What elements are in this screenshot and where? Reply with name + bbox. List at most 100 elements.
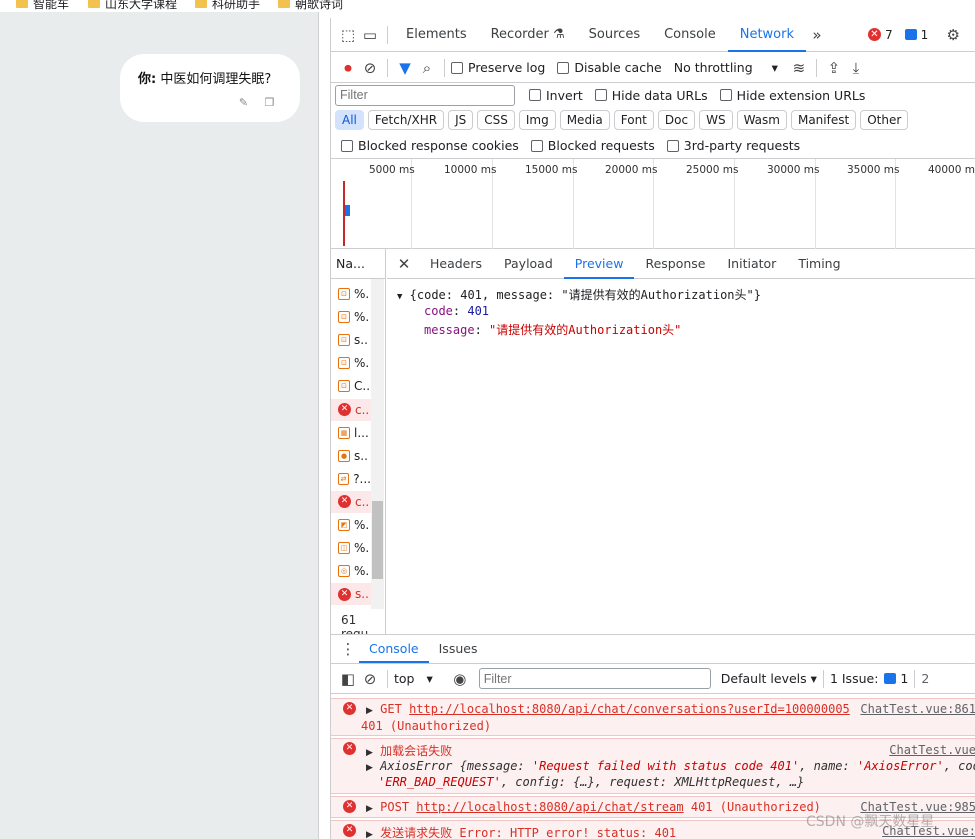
request-url-link[interactable]: http://localhost:8080/api/chat/conversat… bbox=[409, 702, 850, 716]
close-icon[interactable]: ✕ bbox=[393, 253, 415, 275]
tab-drawer-console[interactable]: Console bbox=[359, 635, 429, 663]
separator bbox=[444, 58, 445, 77]
hide-data-urls-checkbox[interactable]: Hide data URLs bbox=[594, 88, 708, 103]
sidebar-toggle-icon[interactable]: ◧ bbox=[337, 668, 359, 690]
console-log-entry: ✕ ▶ GET http://localhost:8080/api/chat/c… bbox=[331, 698, 975, 736]
tab-payload[interactable]: Payload bbox=[493, 249, 564, 279]
axios-error-object[interactable]: ▶ AxiosError {message: 'Request failed w… bbox=[366, 759, 975, 773]
request-name: c.. bbox=[355, 402, 370, 417]
drawer-menu-icon[interactable]: ⋮ bbox=[337, 638, 359, 660]
bookmark-item[interactable]: 智能车 bbox=[16, 0, 69, 12]
clear-console-icon[interactable]: ⊘ bbox=[359, 668, 381, 690]
error-counter[interactable]: ✕ 7 bbox=[868, 28, 893, 42]
request-row[interactable]: ◫%. bbox=[331, 537, 371, 559]
network-toolbar: ⏺ ⊘ ▼ ⌕ Preserve log Disable cache No th… bbox=[331, 53, 975, 83]
eye-icon[interactable]: ◉ bbox=[449, 668, 471, 690]
clear-icon[interactable]: ⊘ bbox=[359, 57, 381, 79]
network-filter-input[interactable] bbox=[335, 84, 515, 106]
record-stop-icon[interactable]: ⏺ bbox=[337, 57, 359, 79]
log-message[interactable]: ▶ 发送请求失败 Error: HTTP error! status: 401 bbox=[366, 824, 676, 839]
source-link[interactable]: ChatTest.vue bbox=[889, 743, 975, 757]
type-filter-ws[interactable]: WS bbox=[699, 110, 733, 130]
tab-drawer-issues[interactable]: Issues bbox=[429, 635, 488, 663]
request-row[interactable]: ⊡ s.. bbox=[331, 329, 371, 351]
request-row[interactable]: ● s.. bbox=[331, 445, 371, 467]
request-row[interactable]: ⇄?... bbox=[331, 468, 371, 490]
message-counter[interactable]: 1 bbox=[904, 28, 928, 42]
request-row[interactable]: ✕ c.. bbox=[331, 398, 371, 421]
device-toolbar-icon[interactable]: ▭ bbox=[359, 24, 381, 46]
type-filter-doc[interactable]: Doc bbox=[657, 110, 696, 130]
copy-icon[interactable]: ❐ bbox=[263, 96, 276, 109]
inspect-element-icon[interactable]: ⬚ bbox=[337, 24, 359, 46]
type-filter-other[interactable]: Other bbox=[860, 110, 909, 130]
type-filter-font[interactable]: Font bbox=[613, 110, 654, 130]
tab-timing[interactable]: Timing bbox=[787, 249, 851, 279]
tab-elements[interactable]: Elements bbox=[394, 18, 479, 52]
request-url-link[interactable]: http://localhost:8080/api/chat/stream bbox=[416, 800, 683, 814]
third-party-checkbox[interactable]: 3rd-party requests bbox=[666, 138, 800, 153]
request-row[interactable]: ◎%. bbox=[331, 560, 371, 582]
preserve-log-checkbox[interactable]: Preserve log bbox=[451, 60, 545, 75]
issue-icon bbox=[884, 673, 897, 684]
type-filter-all[interactable]: All bbox=[335, 110, 364, 130]
export-har-icon[interactable]: ⤓ bbox=[845, 57, 867, 79]
bookmark-item[interactable]: 朝歌诗词 bbox=[278, 0, 343, 12]
request-row[interactable]: ⊡%. bbox=[331, 352, 371, 374]
request-row[interactable]: ⊡%. bbox=[331, 283, 371, 305]
request-row[interactable]: ✕ c.. bbox=[331, 490, 371, 513]
log-message[interactable]: ▶ 加载会话失败 bbox=[366, 742, 452, 759]
more-tabs-icon[interactable]: » bbox=[806, 24, 828, 46]
console-filter-input[interactable] bbox=[478, 668, 711, 689]
throttling-select[interactable]: No throttling ▾ bbox=[674, 60, 778, 75]
name-column-header[interactable]: Na... bbox=[331, 249, 385, 279]
request-row[interactable]: ▦ l... bbox=[331, 422, 371, 444]
resource-type-icon: ◎ bbox=[338, 565, 350, 578]
scrollbar-thumb[interactable] bbox=[372, 501, 383, 579]
blocked-cookies-checkbox[interactable]: Blocked response cookies bbox=[341, 138, 519, 153]
log-message[interactable]: ▶ POST http://localhost:8080/api/chat/st… bbox=[366, 800, 821, 814]
type-filter-img[interactable]: Img bbox=[518, 110, 556, 130]
resize-divider[interactable] bbox=[318, 12, 330, 839]
request-row[interactable]: ◩%. bbox=[331, 514, 371, 536]
log-levels-select[interactable]: Default levels ▾ bbox=[721, 671, 817, 686]
tab-console[interactable]: Console bbox=[652, 18, 728, 52]
context-select[interactable]: top ▾ bbox=[394, 671, 433, 686]
request-list-scrollbar[interactable] bbox=[371, 279, 384, 609]
tab-preview[interactable]: Preview bbox=[563, 249, 635, 279]
settings-gear-icon[interactable]: ⚙ bbox=[942, 24, 964, 46]
network-conditions-icon[interactable]: ≋ bbox=[788, 57, 810, 79]
type-filter-wasm[interactable]: Wasm bbox=[736, 110, 787, 130]
request-row[interactable]: ⊡ C.. bbox=[331, 375, 371, 397]
type-filter-manifest[interactable]: Manifest bbox=[790, 110, 857, 130]
issues-counter[interactable]: 1 Issue: 1 bbox=[830, 671, 908, 686]
devtools-tab-bar: ⬚ ▭ Elements Recorder ⚗ Sources Console … bbox=[331, 18, 975, 52]
edit-icon[interactable]: ✎ bbox=[237, 96, 250, 109]
tab-headers[interactable]: Headers bbox=[419, 249, 493, 279]
tab-sources[interactable]: Sources bbox=[577, 18, 652, 52]
tab-network[interactable]: Network bbox=[727, 18, 806, 52]
import-har-icon[interactable]: ⇪ bbox=[823, 57, 845, 79]
blocked-requests-checkbox[interactable]: Blocked requests bbox=[530, 138, 655, 153]
search-icon[interactable]: ⌕ bbox=[416, 57, 438, 79]
network-overview-timeline[interactable]: 5000 ms 10000 ms 15000 ms 20000 ms 25000… bbox=[331, 159, 975, 249]
disable-cache-checkbox[interactable]: Disable cache bbox=[557, 60, 662, 75]
tab-recorder[interactable]: Recorder ⚗ bbox=[479, 18, 577, 52]
tab-initiator[interactable]: Initiator bbox=[717, 249, 788, 279]
type-filter-css[interactable]: CSS bbox=[477, 110, 515, 130]
bookmark-item[interactable]: 科研助手 bbox=[195, 0, 260, 12]
bookmark-item[interactable]: 山东大学课程 bbox=[88, 0, 177, 12]
type-filter-media[interactable]: Media bbox=[559, 110, 610, 130]
hide-extension-urls-checkbox[interactable]: Hide extension URLs bbox=[719, 88, 865, 103]
invert-checkbox[interactable]: Invert bbox=[529, 88, 583, 103]
request-row[interactable]: ✕ s.. bbox=[331, 583, 371, 606]
expand-triangle-icon: ▶ bbox=[366, 763, 373, 773]
request-row[interactable]: ⊡%. bbox=[331, 306, 371, 328]
filter-funnel-icon[interactable]: ▼ bbox=[394, 57, 416, 79]
type-filter-js[interactable]: JS bbox=[448, 110, 474, 130]
log-message[interactable]: ▶ GET http://localhost:8080/api/chat/con… bbox=[366, 702, 850, 716]
type-filter-fetch-xhr[interactable]: Fetch/XHR bbox=[367, 110, 445, 130]
source-link[interactable]: ChatTest.vue:861 bbox=[860, 702, 975, 716]
tab-response[interactable]: Response bbox=[634, 249, 716, 279]
preview-object-summary[interactable]: ▼ {code: 401, message: "请提供有效的Authorizat… bbox=[397, 286, 761, 303]
